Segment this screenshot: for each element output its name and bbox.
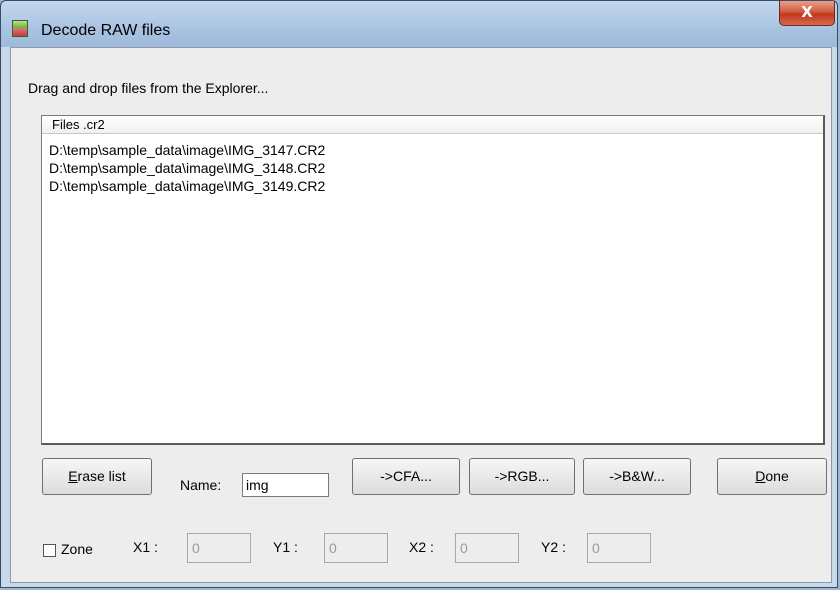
done-mnemonic: D [755, 468, 766, 484]
window-title: Decode RAW files [41, 22, 171, 39]
x1-label: X1 : [133, 539, 158, 555]
list-item[interactable]: D:\temp\sample_data\image\IMG_3149.CR2 [49, 178, 325, 194]
erase-list-label: rase list [77, 468, 126, 484]
close-button[interactable]: X [779, 1, 835, 26]
name-label: Name: [180, 477, 222, 493]
x2-field[interactable]: 0 [455, 533, 519, 563]
y1-label: Y1 : [273, 539, 298, 555]
files-list-header[interactable]: Files .cr2 [42, 116, 823, 134]
decode-raw-window: Decode RAW files X Drag and drop files f… [0, 0, 838, 588]
y1-field[interactable]: 0 [324, 533, 388, 563]
title-bar[interactable]: Decode RAW files X [1, 1, 837, 41]
y2-label: Y2 : [541, 539, 566, 555]
list-item[interactable]: D:\temp\sample_data\image\IMG_3148.CR2 [49, 160, 325, 176]
files-listbox[interactable]: Files .cr2 D:\temp\sample_data\image\IMG… [41, 115, 825, 445]
to-rgb-button[interactable]: ->RGB... [469, 458, 575, 495]
app-icon [12, 20, 28, 37]
name-input[interactable]: img [242, 473, 329, 497]
list-item[interactable]: D:\temp\sample_data\image\IMG_3147.CR2 [49, 142, 325, 158]
x2-label: X2 : [409, 539, 434, 555]
erase-list-button[interactable]: Erase list [42, 458, 152, 495]
done-button[interactable]: Done [717, 458, 827, 495]
zone-checkbox[interactable] [43, 544, 56, 557]
to-bw-button[interactable]: ->B&W... [583, 458, 691, 495]
dialog-client-area: Drag and drop files from the Explorer...… [10, 47, 832, 583]
erase-list-mnemonic: E [68, 468, 78, 484]
drag-drop-hint: Drag and drop files from the Explorer... [28, 80, 269, 96]
to-cfa-button[interactable]: ->CFA... [352, 458, 460, 495]
y2-field[interactable]: 0 [587, 533, 651, 563]
zone-label: Zone [61, 541, 93, 557]
done-label: one [765, 468, 789, 484]
x1-field[interactable]: 0 [187, 533, 251, 563]
